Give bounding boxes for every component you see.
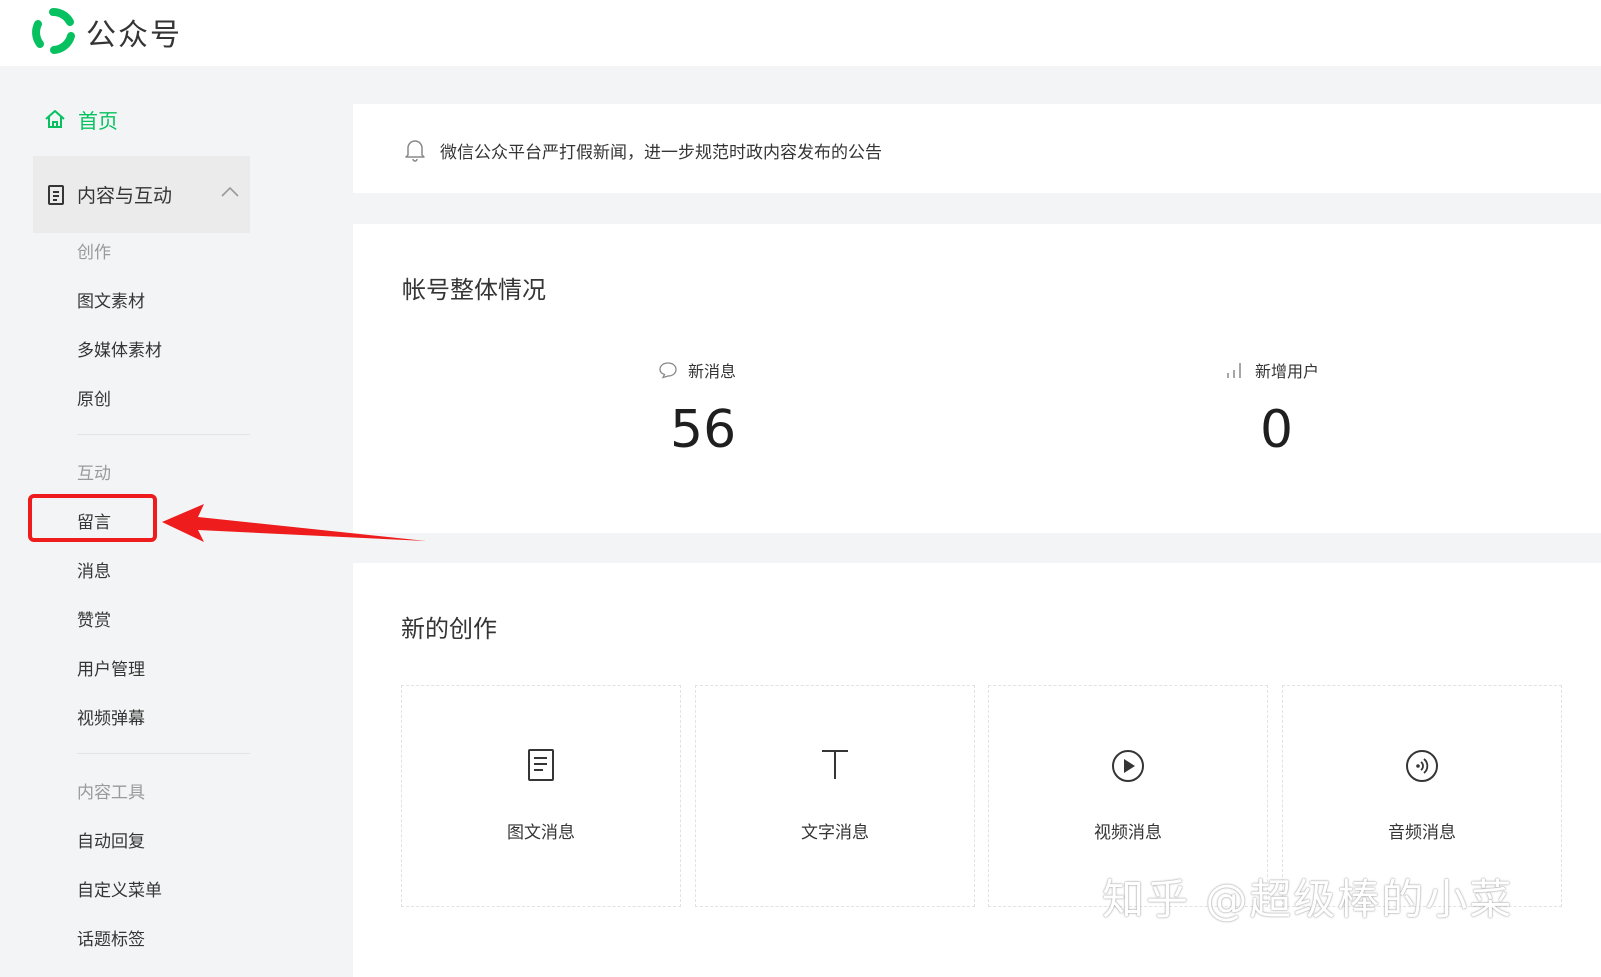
stat-new-users-label: 新增用户: [1225, 358, 1319, 382]
notice-card[interactable]: 微信公众平台严打假新闻，进一步规范时政内容发布的公告: [353, 104, 1601, 193]
stat-new-messages-label: 新消息: [658, 358, 736, 382]
sidebar-item-video-danmaku[interactable]: 视频弹幕: [77, 704, 145, 729]
tile-label: 音频消息: [1388, 823, 1456, 843]
wechat-mp-logo-icon[interactable]: [30, 8, 76, 54]
stat-label-text: 新增用户: [1255, 362, 1320, 381]
sidebar-item-messages[interactable]: 消息: [77, 557, 111, 582]
creation-title: 新的创作: [401, 615, 497, 643]
sidebar-group-label: 内容与互动: [77, 185, 173, 207]
overview-card: 帐号整体情况 新消息 56 新增用户 0: [353, 224, 1601, 533]
tile-label: 文字消息: [801, 823, 869, 843]
divider: [77, 434, 250, 435]
highlight-box: [28, 494, 157, 542]
section-label-interaction: 互动: [77, 464, 111, 484]
tile-article-message[interactable]: 图文消息: [401, 685, 681, 907]
audio-icon: [1406, 750, 1438, 782]
document-icon: [48, 184, 64, 205]
stat-label-text: 新消息: [688, 362, 737, 381]
divider: [77, 753, 250, 754]
sidebar-item-topic-tags[interactable]: 话题标签: [77, 925, 145, 950]
tile-label: 视频消息: [1094, 823, 1162, 843]
stat-new-users-value[interactable]: 0: [1260, 400, 1293, 460]
top-bar: 公众号: [0, 0, 1601, 66]
text-icon: [822, 750, 848, 779]
home-icon: [45, 110, 65, 128]
sidebar-item-media-material[interactable]: 多媒体素材: [77, 336, 162, 361]
sidebar-group-content[interactable]: 内容与互动: [33, 156, 250, 233]
sidebar-item-home[interactable]: 首页: [44, 105, 118, 133]
bar-chart-icon: [1227, 363, 1241, 378]
section-label-content-tools: 内容工具: [77, 783, 145, 803]
notice-text[interactable]: 微信公众平台严打假新闻，进一步规范时政内容发布的公告: [440, 138, 882, 163]
stat-new-messages-value[interactable]: 56: [670, 400, 736, 460]
article-icon: [528, 749, 554, 781]
chat-bubble-icon: [659, 362, 677, 379]
sidebar-item-reward[interactable]: 赞赏: [77, 606, 111, 631]
brand-title: 公众号: [86, 18, 182, 53]
play-icon: [1112, 750, 1144, 782]
sidebar-item-original[interactable]: 原创: [77, 385, 111, 410]
sidebar-item-user-management[interactable]: 用户管理: [77, 655, 145, 680]
overview-title: 帐号整体情况: [402, 276, 546, 304]
watermark: 知乎 @超级棒的小菜: [1102, 875, 1514, 924]
tile-label: 图文消息: [507, 823, 575, 843]
bell-icon: [405, 140, 425, 162]
section-label-create: 创作: [77, 243, 111, 263]
sidebar-item-article-material[interactable]: 图文素材: [77, 287, 145, 312]
chevron-up-icon[interactable]: [220, 186, 240, 198]
tile-text-message[interactable]: 文字消息: [695, 685, 975, 907]
sidebar-item-custom-menu[interactable]: 自定义菜单: [77, 876, 162, 901]
sidebar-item-home-label: 首页: [78, 108, 118, 133]
sidebar-item-auto-reply[interactable]: 自动回复: [77, 827, 145, 852]
